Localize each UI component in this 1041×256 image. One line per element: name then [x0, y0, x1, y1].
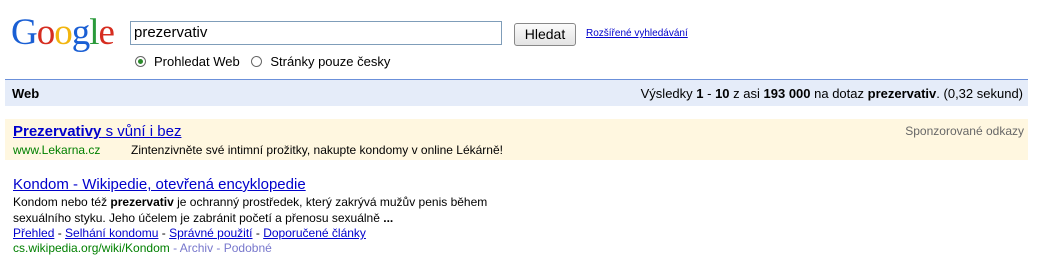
snippet-ellipsis: ... [383, 211, 394, 225]
stats-range-end: 10 [715, 86, 730, 101]
stats-text: - [703, 86, 716, 101]
ad-url: www.Lekarna.cz [13, 143, 101, 157]
stats-text: Výsledky [640, 86, 697, 101]
tab-web: Web [12, 86, 40, 101]
results-stats: Výsledky 1 - 10 z asi 193 000 na dotaz p… [641, 86, 1023, 101]
sponsored-label: Sponzorované odkazy [905, 124, 1024, 138]
ad-description: Zintenzivněte své intimní prožitky, naku… [131, 143, 503, 157]
sitelink[interactable]: Doporučené články [263, 226, 366, 240]
results-bar: Web Výsledky 1 - 10 z asi 193 000 na dot… [5, 79, 1028, 106]
radio-web[interactable]: Prohledat Web [135, 54, 240, 69]
stats-text: na dotaz [810, 86, 868, 101]
logo-letter: l [89, 12, 99, 53]
snippet-text: Kondom nebo též [13, 195, 111, 209]
snippet-text: sexuálního styku. Jeho účelem je zabráni… [13, 211, 384, 225]
logo-letter: G [11, 12, 38, 53]
sitelinks: Přehled - Selhání kondomu - Správné použ… [13, 226, 613, 241]
radio-czech[interactable]: Stránky pouze česky [251, 54, 390, 69]
advanced-search-link[interactable]: Rozšířené vyhledávání [586, 28, 688, 39]
radio-web-label: Prohledat Web [154, 54, 240, 69]
archive-link[interactable]: - Archiv [170, 241, 213, 255]
stats-range-start: 1 [696, 86, 704, 101]
snippet-bold: prezervativ [110, 195, 174, 209]
stats-text: z asi [729, 86, 764, 101]
separator: - [252, 226, 264, 240]
sponsored-ad: Prezervativy s vůní i bez Sponzorované o… [5, 119, 1028, 160]
result-title-link[interactable]: Kondom - Wikipedie, otevřená encyklopedi… [13, 176, 613, 194]
sitelink[interactable]: Správné použití [169, 226, 252, 240]
separator: - [158, 226, 170, 240]
separator: - [54, 226, 66, 240]
radio-selected-icon[interactable] [135, 56, 146, 67]
search-button[interactable]: Hledat [514, 23, 576, 46]
similar-link[interactable]: - Podobné [213, 241, 271, 255]
stats-query: prezervativ [867, 86, 937, 101]
result-url: cs.wikipedia.org/wiki/Kondom [13, 241, 170, 255]
logo-letter: e [98, 12, 115, 53]
logo-letter: o [36, 12, 55, 53]
ad-title-rest[interactable]: s vůní i bez [101, 123, 182, 140]
search-input[interactable]: prezervativ [130, 21, 502, 45]
stats-time: . (0,32 sekund) [936, 86, 1023, 101]
sitelink[interactable]: Přehled [13, 226, 54, 240]
ad-title-link[interactable]: Prezervativy s vůní i bez [13, 123, 181, 140]
logo-letter: o [54, 12, 72, 53]
stats-total: 193 000 [763, 86, 811, 101]
sitelink[interactable]: Selhání kondomu [65, 226, 158, 240]
radio-czech-label: Stránky pouze česky [270, 54, 391, 69]
search-result: Kondom - Wikipedie, otevřená encyklopedi… [13, 176, 613, 256]
search-scope-options: Prohledat Web Stránky pouze česky [135, 54, 398, 70]
logo-letter: g [71, 12, 90, 53]
ad-title-bold[interactable]: Prezervativy [13, 123, 101, 140]
radio-unselected-icon[interactable] [251, 56, 263, 67]
snippet-text: je ochranný prostředek, který zakrývá mu… [173, 195, 488, 209]
google-logo[interactable]: Google [11, 13, 115, 53]
result-snippet: Kondom nebo též prezervativ je ochranný … [13, 194, 613, 226]
